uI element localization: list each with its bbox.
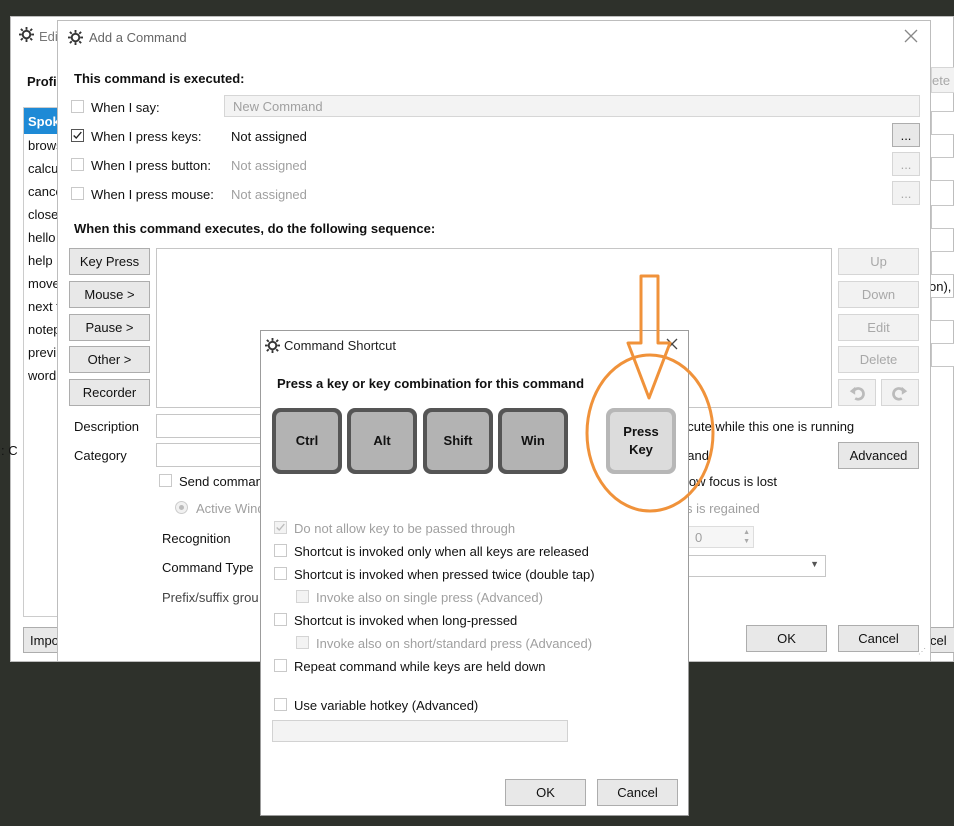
down-arrow-icon [626,274,672,400]
highlight-ellipse [585,353,715,513]
arrow-annotation [585,274,715,513]
